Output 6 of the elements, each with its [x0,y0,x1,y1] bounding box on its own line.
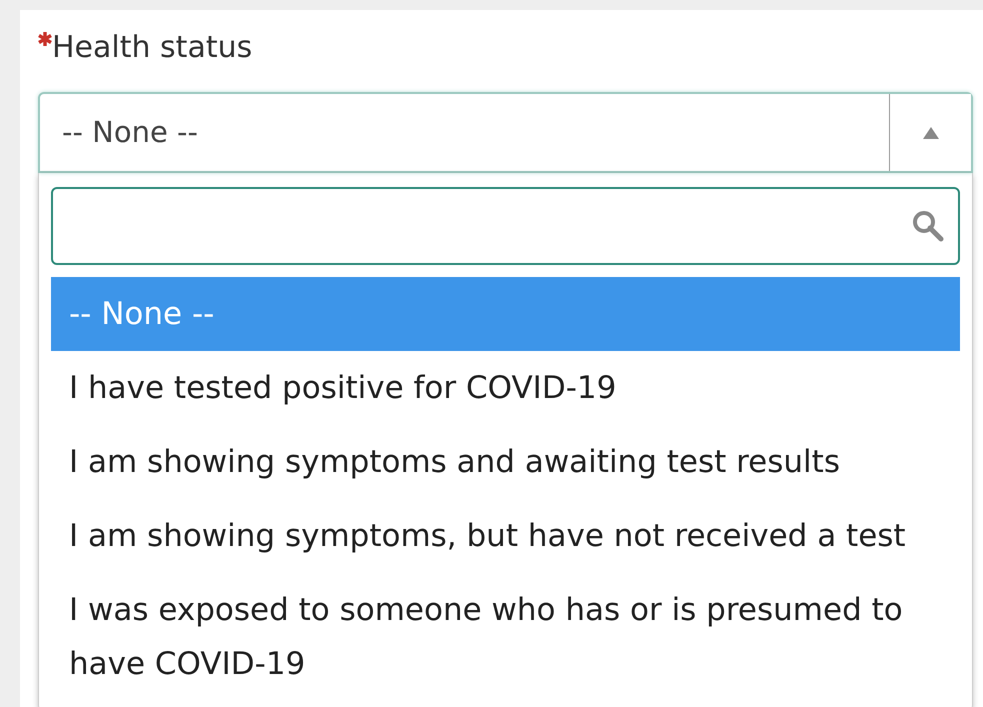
field-label: Health status [52,29,252,67]
search-field[interactable] [51,187,960,265]
search-icon [912,210,944,242]
caret-icon [922,126,938,138]
toggle-button[interactable] [889,94,971,171]
health-status-select[interactable]: -- None -- [38,92,973,173]
